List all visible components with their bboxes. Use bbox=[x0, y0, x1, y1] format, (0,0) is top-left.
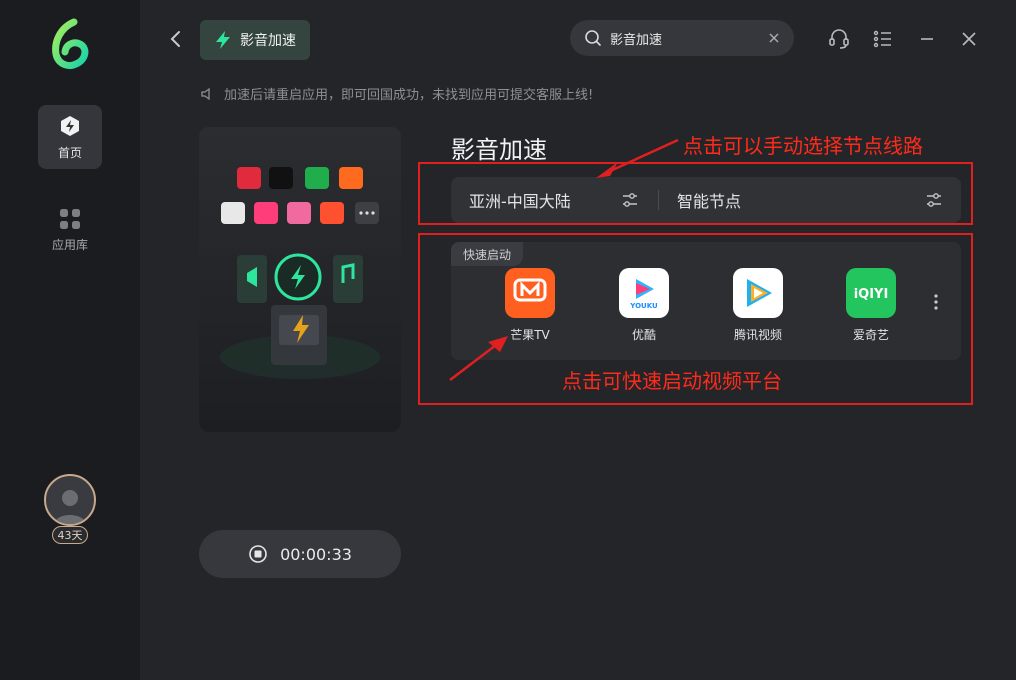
user-profile[interactable]: 43天 bbox=[40, 474, 100, 546]
home-bolt-icon bbox=[61, 115, 79, 136]
app-logo bbox=[52, 18, 89, 70]
app-grid-icon bbox=[60, 208, 80, 229]
preview-illustration bbox=[199, 127, 401, 432]
page-title: 影音加速 bbox=[451, 136, 547, 164]
sidebar-item-app-library[interactable]: 应用库 bbox=[38, 198, 102, 262]
boost-illustration bbox=[220, 167, 380, 379]
lightning-icon bbox=[216, 31, 230, 49]
sidebar-item-label: 首页 bbox=[57, 145, 82, 160]
elapsed-timer: 00:00:33 bbox=[280, 544, 352, 564]
annotation-arrow-quick bbox=[449, 336, 508, 381]
sidebar: 首页 应用库 43天 bbox=[0, 0, 140, 680]
tab-label: 影音加速 bbox=[240, 33, 296, 49]
tab-av-boost[interactable]: 影音加速 bbox=[200, 20, 310, 60]
search-input[interactable]: 影音加速 bbox=[610, 29, 760, 48]
annotation-box-node bbox=[418, 162, 973, 225]
stop-icon bbox=[249, 545, 267, 563]
avatar[interactable] bbox=[44, 474, 96, 526]
speaker-icon bbox=[201, 87, 210, 100]
notice-bar: 加速后请重启应用，即可回国成功，未找到应用可提交客服上线! bbox=[200, 84, 593, 103]
search-icon bbox=[585, 30, 601, 46]
minimize-icon[interactable] bbox=[916, 28, 938, 50]
back-arrow-icon[interactable] bbox=[166, 28, 186, 50]
sidebar-item-label: 应用库 bbox=[51, 237, 88, 252]
customer-service-icon[interactable] bbox=[828, 28, 850, 50]
membership-days-badge: 43天 bbox=[52, 526, 88, 544]
user-icon bbox=[54, 490, 86, 524]
annotation-node-hint: 点击可以手动选择节点线路 bbox=[683, 134, 923, 158]
annotation-arrow-node bbox=[596, 138, 679, 178]
clear-icon[interactable] bbox=[768, 32, 780, 44]
notice-text: 加速后请重启应用，即可回国成功，未找到应用可提交客服上线! bbox=[224, 88, 594, 103]
annotation-quick-hint: 点击可快速启动视频平台 bbox=[562, 369, 782, 393]
stop-boost-button[interactable]: 00:00:33 bbox=[199, 530, 401, 578]
sidebar-item-home[interactable]: 首页 bbox=[38, 105, 102, 169]
search-box[interactable]: 影音加速 bbox=[570, 20, 794, 56]
menu-list-icon[interactable] bbox=[872, 28, 894, 50]
close-icon[interactable] bbox=[958, 28, 980, 50]
